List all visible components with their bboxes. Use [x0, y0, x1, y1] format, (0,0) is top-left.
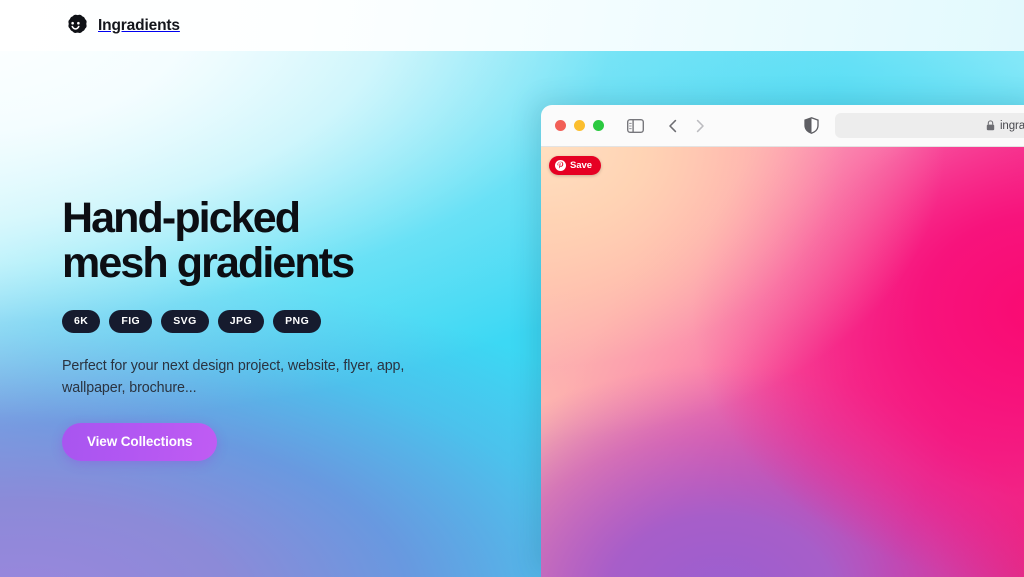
- lock-icon: [986, 120, 995, 131]
- hero-content: Hand-picked mesh gradients 6K FIG SVG JP…: [62, 196, 532, 461]
- zoom-window-button[interactable]: [593, 120, 604, 131]
- chevron-right-icon[interactable]: [692, 118, 708, 134]
- hero-title-line-1: Hand-picked: [62, 194, 301, 242]
- close-window-button[interactable]: [555, 120, 566, 131]
- traffic-light-controls: [555, 120, 604, 131]
- browser-toolbar: ingradie: [541, 105, 1024, 147]
- chevron-left-icon[interactable]: [665, 118, 681, 134]
- privacy-shield-icon[interactable]: [804, 117, 819, 134]
- scalloped-square-smiley-logo-icon: [64, 14, 87, 37]
- address-bar-url: ingradie: [999, 119, 1024, 132]
- pinterest-save-button[interactable]: Save: [549, 156, 601, 175]
- format-badge-svg[interactable]: SVG: [161, 309, 209, 334]
- brand-logo-link[interactable]: Ingradients: [64, 14, 180, 37]
- page-root: Ingradients Hand-picked mesh gradients 6…: [0, 0, 1024, 577]
- page-title: Hand-picked mesh gradients: [62, 196, 532, 286]
- format-badge-fig[interactable]: FIG: [109, 309, 153, 334]
- pinterest-icon: [555, 160, 566, 171]
- pinterest-save-label: Save: [570, 159, 592, 171]
- address-bar[interactable]: ingradie: [835, 113, 1024, 138]
- safari-browser-window: ingradie Save: [541, 105, 1024, 577]
- top-navbar: Ingradients: [0, 0, 1024, 51]
- sidebar-toggle-icon[interactable]: [627, 118, 644, 133]
- brand-name-label: Ingradients: [98, 16, 180, 34]
- browser-page-content: Save: [541, 147, 1024, 577]
- navigation-arrows: [665, 118, 708, 134]
- view-collections-button[interactable]: View Collections: [62, 422, 218, 461]
- format-badge-png[interactable]: PNG: [273, 309, 322, 334]
- hero-title-line-2: mesh gradients: [62, 238, 355, 287]
- format-badge-list: 6K FIG SVG JPG PNG: [62, 309, 532, 334]
- format-badge-jpg[interactable]: JPG: [217, 309, 265, 334]
- minimize-window-button[interactable]: [574, 120, 585, 131]
- format-badge-6k[interactable]: 6K: [62, 309, 101, 334]
- hero-subtitle: Perfect for your next design project, we…: [62, 358, 405, 397]
